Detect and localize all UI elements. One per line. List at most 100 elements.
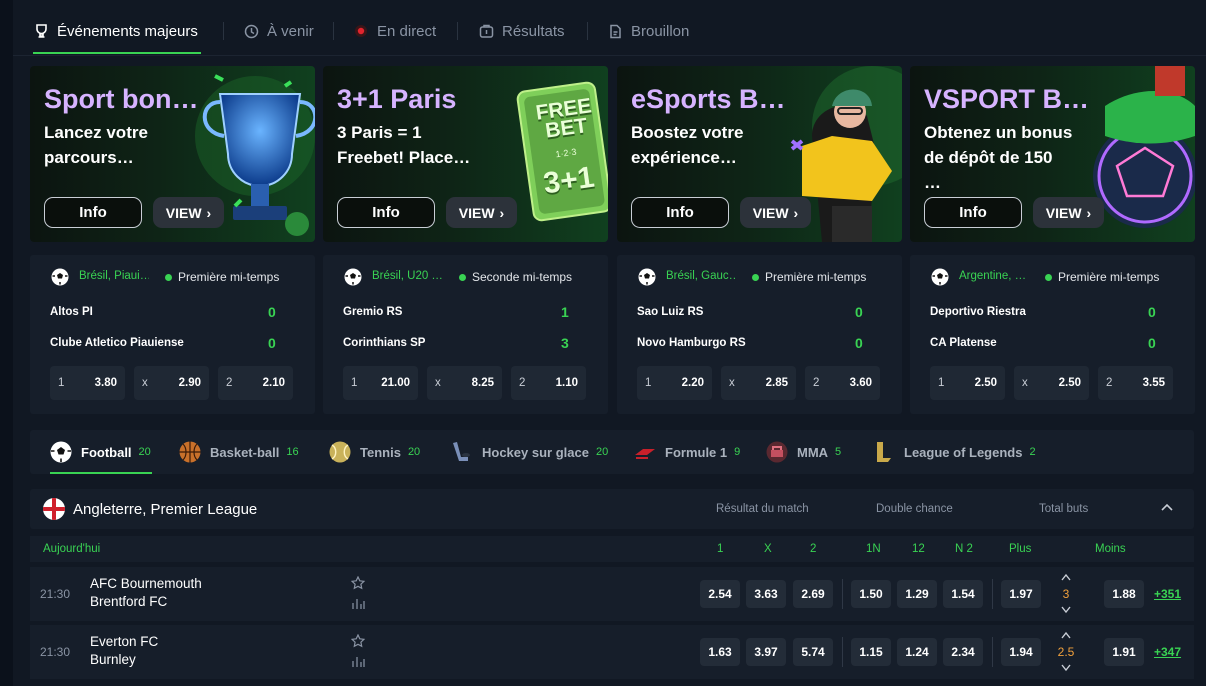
odd-button[interactable]: 3.97 xyxy=(746,638,786,666)
live-status-dot xyxy=(459,274,466,281)
odd-button[interactable]: x 2.85 xyxy=(721,366,796,400)
tennis-icon xyxy=(329,441,351,463)
tab-draft[interactable]: Brouillon xyxy=(607,18,689,44)
odd-button[interactable]: x 2.90 xyxy=(134,366,209,400)
live-match-card[interactable]: Brésil, Piaui… Première mi-temps Altos P… xyxy=(30,255,315,414)
away-score: 0 xyxy=(268,335,276,351)
odd-button[interactable]: 1.97 xyxy=(1001,580,1041,608)
odd-button[interactable]: 1.24 xyxy=(897,638,937,666)
odd-button[interactable]: 2.69 xyxy=(793,580,833,608)
odd-button[interactable]: 1.15 xyxy=(851,638,891,666)
tab-upcoming[interactable]: À venir xyxy=(243,18,314,44)
odd-button[interactable]: 2 2.10 xyxy=(218,366,293,400)
sport-tab-basketball[interactable]: Basket-ball 16 xyxy=(179,440,299,464)
info-button[interactable]: Info xyxy=(44,197,142,228)
home-score: 1 xyxy=(561,304,569,320)
stats-icon[interactable] xyxy=(351,597,365,609)
sport-tab-league-of-legends[interactable]: League of Legends 2 xyxy=(873,440,1036,464)
match-row[interactable]: 21:30 Everton FC Burnley 1.63 3.97 5.74 … xyxy=(30,625,1194,679)
chevron-right-icon: › xyxy=(1086,204,1092,221)
odd-button[interactable]: 1.50 xyxy=(851,580,891,608)
odd-button[interactable]: 2.34 xyxy=(943,638,983,666)
star-icon[interactable] xyxy=(351,576,365,590)
match-row[interactable]: 21:30 AFC Bournemouth Brentford FC 2.54 … xyxy=(30,567,1194,621)
total-line-selector[interactable]: 3 xyxy=(1061,573,1071,615)
odd-label: x xyxy=(142,377,148,389)
away-team: Novo Hamburgo RS xyxy=(637,337,746,349)
odd-button[interactable]: 2 1.10 xyxy=(511,366,586,400)
stats-icon[interactable] xyxy=(351,655,365,667)
odd-button[interactable]: 1.54 xyxy=(943,580,983,608)
total-line-selector[interactable]: 2.5 xyxy=(1058,631,1074,673)
sport-tab-tennis[interactable]: Tennis 20 xyxy=(329,440,420,464)
away-team: Corinthians SP xyxy=(343,337,426,349)
date-label: Aujourd'hui xyxy=(43,543,101,555)
odd-button[interactable]: 2 3.55 xyxy=(1098,366,1173,400)
info-button[interactable]: Info xyxy=(631,197,729,228)
promo-banner-esports[interactable]: eSports B… Boostez votre expérience… Inf… xyxy=(617,66,902,242)
odd-button[interactable]: 2.54 xyxy=(700,580,740,608)
lol-icon xyxy=(877,442,891,462)
star-icon[interactable] xyxy=(351,634,365,648)
sportsbook-panel: Événements majeurs À venir En direct Rés… xyxy=(13,0,1206,686)
odd-value: 21.00 xyxy=(381,377,410,389)
mma-icon xyxy=(766,441,788,463)
view-button[interactable]: VIEW › xyxy=(1033,197,1104,228)
league-header[interactable]: Angleterre, Premier League Résultat du m… xyxy=(30,489,1194,529)
odd-button[interactable]: 1 2.50 xyxy=(930,366,1005,400)
more-markets-link[interactable]: +347 xyxy=(1154,645,1181,659)
live-match-card[interactable]: Brésil, U20 … Seconde mi-temps Gremio RS… xyxy=(323,255,608,414)
chevron-down-icon[interactable] xyxy=(1061,606,1071,614)
odd-button[interactable]: 1.63 xyxy=(700,638,740,666)
column-header: 1N xyxy=(866,543,881,555)
odd-button[interactable]: 1 21.00 xyxy=(343,366,418,400)
sport-tab-formula1[interactable]: Formule 1 9 xyxy=(634,440,740,464)
market-divider xyxy=(992,579,993,609)
tab-live[interactable]: En direct xyxy=(353,18,436,44)
odd-button[interactable]: 3.63 xyxy=(746,580,786,608)
competition-name: Brésil, Piaui… xyxy=(79,270,149,282)
sport-tab-mma[interactable]: MMA 5 xyxy=(766,440,841,464)
tab-results[interactable]: Résultats xyxy=(478,18,565,44)
view-label: VIEW xyxy=(458,204,495,221)
info-button[interactable]: Info xyxy=(924,197,1022,228)
odd-button[interactable]: 5.74 xyxy=(793,638,833,666)
odd-button[interactable]: x 8.25 xyxy=(427,366,502,400)
more-markets-link[interactable]: +351 xyxy=(1154,587,1181,601)
chevron-up-icon[interactable] xyxy=(1161,502,1173,514)
column-header: N 2 xyxy=(955,543,973,555)
chevron-up-icon[interactable] xyxy=(1061,631,1071,639)
odd-button[interactable]: 1.88 xyxy=(1104,580,1144,608)
odd-button[interactable]: 1.29 xyxy=(897,580,937,608)
sport-tab-football[interactable]: Football 20 xyxy=(50,440,151,464)
odd-button[interactable]: 1.94 xyxy=(1001,638,1041,666)
sport-tab-hockey[interactable]: Hockey sur glace 20 xyxy=(451,440,608,464)
promo-banner-sport-bonus[interactable]: Sport bon… Lancez votre parcours… Info V… xyxy=(30,66,315,242)
odd-button[interactable]: x 2.50 xyxy=(1014,366,1089,400)
basketball-icon xyxy=(179,441,201,463)
promo-banner-3plus1[interactable]: FREE BET 1·2·3 3+1 3+1 Paris 3 Paris = 1… xyxy=(323,66,608,242)
odd-button[interactable]: 1.91 xyxy=(1104,638,1144,666)
chevron-down-icon[interactable] xyxy=(1061,664,1071,672)
sport-label: Football xyxy=(81,444,132,460)
odd-button[interactable]: 2 3.60 xyxy=(805,366,880,400)
match-time: 21:30 xyxy=(40,645,71,659)
odd-button[interactable]: 1 2.20 xyxy=(637,366,712,400)
view-button[interactable]: VIEW › xyxy=(446,197,517,228)
odd-value: 8.25 xyxy=(471,377,494,389)
promo-banner-vsport[interactable]: VSPORT B… Obtenez un bonus de dépôt de 1… xyxy=(910,66,1195,242)
live-match-card[interactable]: Brésil, Gauc… Première mi-temps Sao Luiz… xyxy=(617,255,902,414)
away-team: Clube Atletico Piauiense xyxy=(50,337,184,349)
odd-button[interactable]: 1 3.80 xyxy=(50,366,125,400)
column-header: 12 xyxy=(912,543,925,555)
odd-value: 2.50 xyxy=(1058,377,1081,389)
market-divider xyxy=(992,637,993,667)
live-match-card[interactable]: Argentine, … Première mi-temps Deportivo… xyxy=(910,255,1195,414)
view-button[interactable]: VIEW › xyxy=(153,197,224,228)
view-button[interactable]: VIEW › xyxy=(740,197,811,228)
chevron-up-icon[interactable] xyxy=(1061,573,1071,581)
tab-divider xyxy=(223,22,224,40)
tab-major-events[interactable]: Événements majeurs xyxy=(33,18,198,44)
odd-label: 1 xyxy=(938,377,945,389)
info-button[interactable]: Info xyxy=(337,197,435,228)
